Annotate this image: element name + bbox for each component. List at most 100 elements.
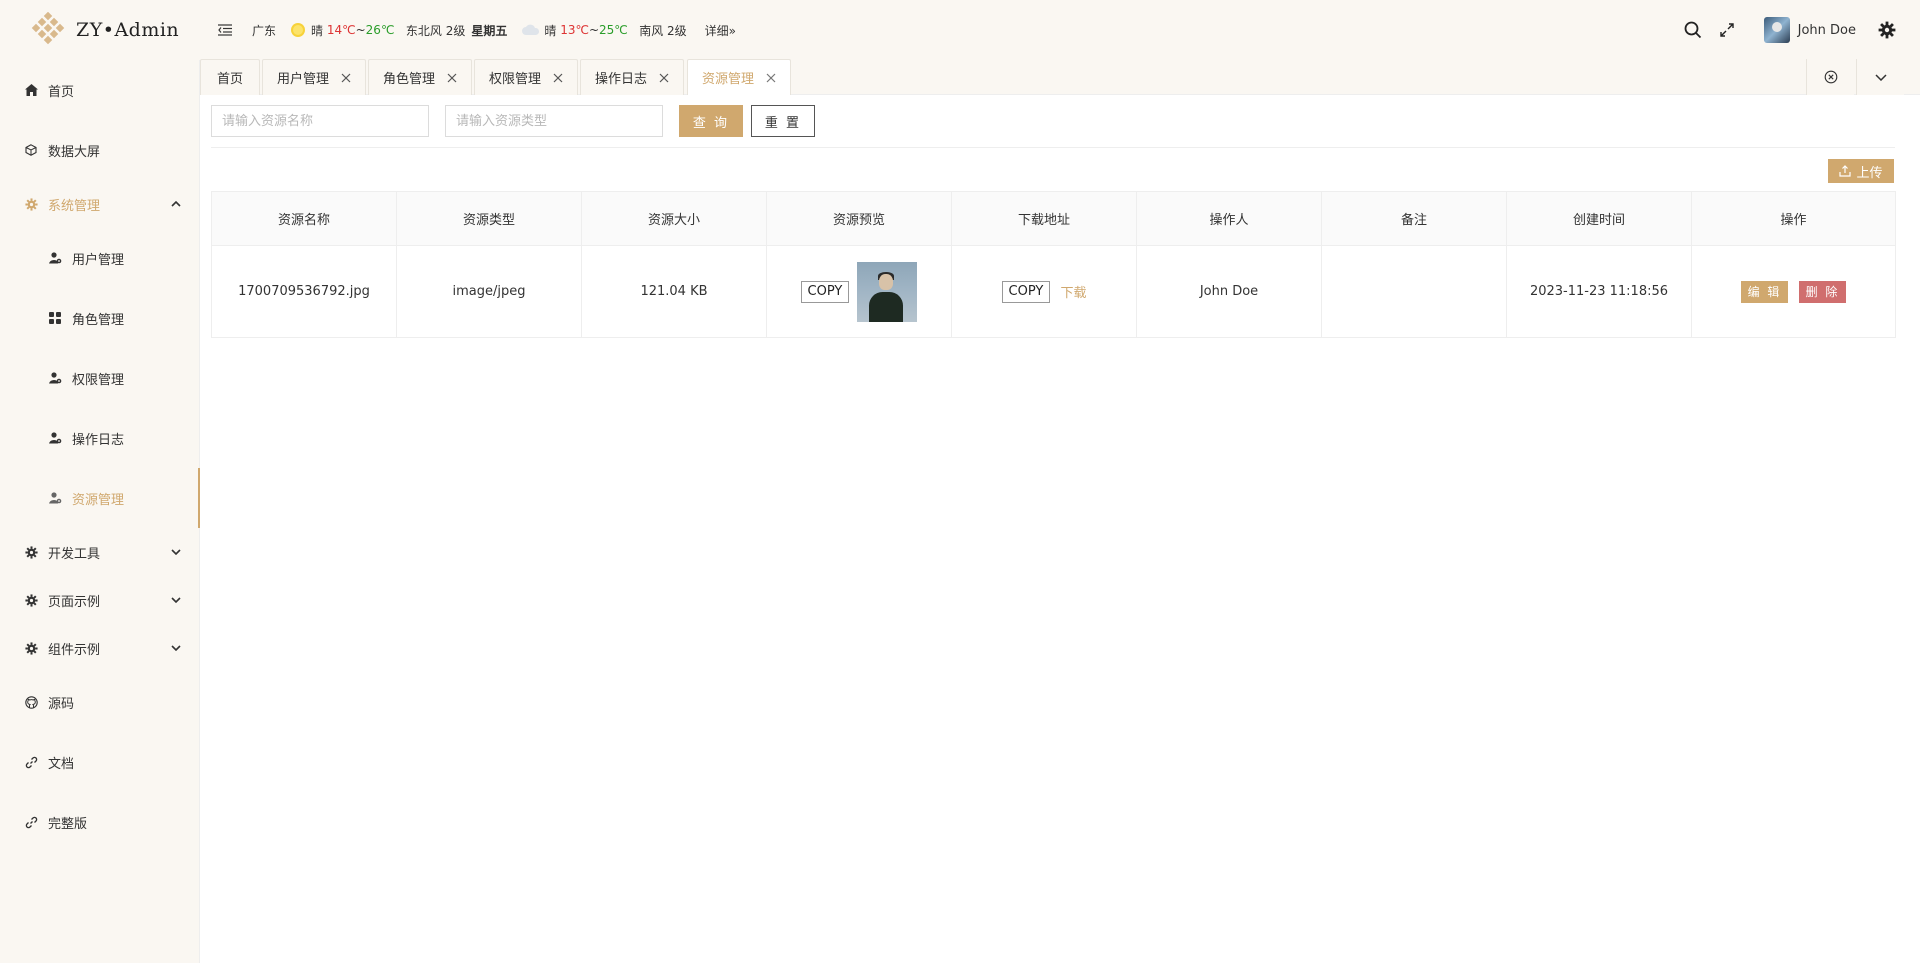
resource-type-input[interactable]: [445, 105, 663, 137]
tab-label: 资源管理: [701, 72, 754, 87]
sidebar-item-full[interactable]: 完整版: [0, 792, 199, 852]
weather-today-sep: ~: [355, 23, 366, 37]
gear-icon: [24, 545, 38, 559]
top-header: ZY•Admin 广东 晴 14℃ ~ 26℃ 东北风 2级 星期五 晴 13℃…: [0, 0, 1920, 60]
sidebar-item-label: 首页: [48, 84, 75, 100]
column-header: 备注: [1321, 191, 1507, 246]
user-name: John Doe: [1797, 22, 1856, 38]
logo[interactable]: ZY•Admin: [0, 0, 200, 60]
chevron-down-icon: [171, 547, 181, 557]
close-icon[interactable]: [341, 73, 351, 83]
tab-permissions[interactable]: 权限管理: [474, 59, 578, 95]
sidebar-item-label: 操作日志: [72, 432, 125, 448]
reset-button[interactable]: 重 置: [751, 105, 815, 137]
tab-bar: 首页 用户管理 角色管理 权限管理 操作日志 资源管理: [200, 59, 1920, 95]
link-icon: [24, 755, 38, 769]
chevron-up-icon: [171, 199, 181, 209]
query-button[interactable]: 查 询: [679, 105, 743, 137]
preview-thumbnail[interactable]: [857, 261, 918, 322]
main-content: 查 询 重 置 上传 资源名称 资源类型 资源大小 资源预览 下载地址 操作人 …: [200, 95, 1920, 963]
sidebar-item-users[interactable]: 用户管理: [0, 228, 199, 288]
sidebar-item-system[interactable]: 系统管理: [0, 180, 199, 228]
tab-label: 操作日志: [594, 72, 647, 87]
sidebar-item-components[interactable]: 组件示例: [0, 624, 199, 672]
link-icon: [24, 815, 38, 829]
sidebar-item-label: 角色管理: [72, 312, 125, 328]
gear-icon[interactable]: [1874, 17, 1900, 43]
copy-preview-button[interactable]: COPY: [800, 280, 850, 303]
sidebar-item-label: 页面示例: [48, 594, 101, 610]
sidebar-item-home[interactable]: 首页: [0, 60, 199, 120]
close-icon[interactable]: [447, 73, 457, 83]
sidebar-item-label: 完整版: [48, 816, 88, 832]
weather-tomorrow-cond: 晴: [544, 23, 557, 38]
column-header: 操作人: [1136, 191, 1322, 246]
tab-users[interactable]: 用户管理: [262, 59, 366, 95]
weather-today-hi: 14℃: [326, 23, 356, 37]
table-header-row: 资源名称 资源类型 资源大小 资源预览 下载地址 操作人 备注 创建时间 操作: [211, 191, 1896, 246]
weather-widget: 广东 晴 14℃ ~ 26℃ 东北风 2级 星期五 晴 13℃ ~ 25℃ 南风…: [252, 20, 736, 40]
cell-created: 2023-11-23 11:18:56: [1506, 245, 1692, 338]
sidebar-item-logs[interactable]: 操作日志: [0, 408, 199, 468]
sidebar-item-dashboard[interactable]: 数据大屏: [0, 120, 199, 180]
resource-name-input[interactable]: [211, 105, 429, 137]
sidebar-item-devtools[interactable]: 开发工具: [0, 528, 199, 576]
sidebar-item-source[interactable]: 源码: [0, 672, 199, 732]
tab-resources[interactable]: 资源管理: [687, 59, 791, 95]
close-all-tabs-button[interactable]: [1806, 59, 1854, 95]
sidebar: 首页 数据大屏 系统管理 用户管理 角色管理 权限管理 操作日志 资源管理 开发…: [0, 60, 200, 963]
tab-home[interactable]: 首页: [200, 59, 260, 95]
sidebar-item-docs[interactable]: 文档: [0, 732, 199, 792]
menu-collapse-icon[interactable]: [214, 19, 236, 41]
tab-logs[interactable]: 操作日志: [580, 59, 684, 95]
weather-tomorrow-hi: 13℃: [560, 23, 589, 37]
user-menu[interactable]: John Doe: [1763, 17, 1856, 43]
close-icon[interactable]: [659, 73, 669, 83]
sidebar-item-label: 系统管理: [48, 198, 101, 214]
circle-close-icon: [1824, 70, 1837, 84]
sidebar-item-pages[interactable]: 页面示例: [0, 576, 199, 624]
sidebar-item-permissions[interactable]: 权限管理: [0, 348, 199, 408]
cell-remark: [1321, 245, 1507, 338]
cell-download: COPY 下载: [951, 245, 1137, 338]
cell-resource-preview: COPY: [766, 245, 952, 338]
column-header: 创建时间: [1506, 191, 1692, 246]
brand-name: ZY•Admin: [76, 19, 180, 41]
grid-icon: [48, 311, 62, 325]
delete-button[interactable]: 删 除: [1798, 280, 1847, 303]
download-link[interactable]: 下载: [1060, 286, 1086, 301]
sidebar-item-label: 资源管理: [72, 492, 125, 508]
sun-icon: [288, 20, 308, 40]
sidebar-item-roles[interactable]: 角色管理: [0, 288, 199, 348]
close-icon[interactable]: [553, 73, 563, 83]
gear-icon: [24, 593, 38, 607]
weather-weekday: 星期五: [471, 23, 508, 38]
fullscreen-icon[interactable]: [1714, 17, 1740, 43]
cell-resource-type: image/jpeg: [396, 245, 582, 338]
tab-roles[interactable]: 角色管理: [368, 59, 472, 95]
chevron-down-icon: [171, 595, 181, 605]
weather-tomorrow-sep: ~: [588, 23, 599, 37]
weather-today-lo: 26℃: [365, 23, 395, 37]
upload-button[interactable]: 上传: [1828, 159, 1894, 183]
user-gear-icon: [48, 251, 62, 265]
close-icon[interactable]: [766, 73, 776, 83]
column-header: 操作: [1691, 191, 1896, 246]
edit-button[interactable]: 编 辑: [1740, 280, 1789, 303]
cell-actions: 编 辑 删 除: [1691, 245, 1896, 338]
tabs-menu-button[interactable]: [1856, 59, 1904, 95]
cube-icon: [24, 143, 38, 157]
user-gear-icon: [48, 431, 62, 445]
weather-detail-link[interactable]: 详细»: [705, 22, 736, 39]
sidebar-item-label: 源码: [48, 696, 75, 712]
sidebar-item-label: 权限管理: [72, 372, 125, 388]
search-icon[interactable]: [1680, 17, 1706, 43]
cell-resource-size: 121.04 KB: [581, 245, 767, 338]
sidebar-item-label: 用户管理: [72, 252, 125, 268]
divider: [211, 147, 1895, 148]
resource-table: 资源名称 资源类型 资源大小 资源预览 下载地址 操作人 备注 创建时间 操作 …: [211, 191, 1896, 338]
column-header: 资源大小: [581, 191, 767, 246]
sidebar-item-resources[interactable]: 资源管理: [0, 468, 200, 528]
column-header: 资源预览: [766, 191, 952, 246]
copy-url-button[interactable]: COPY: [1001, 280, 1051, 303]
